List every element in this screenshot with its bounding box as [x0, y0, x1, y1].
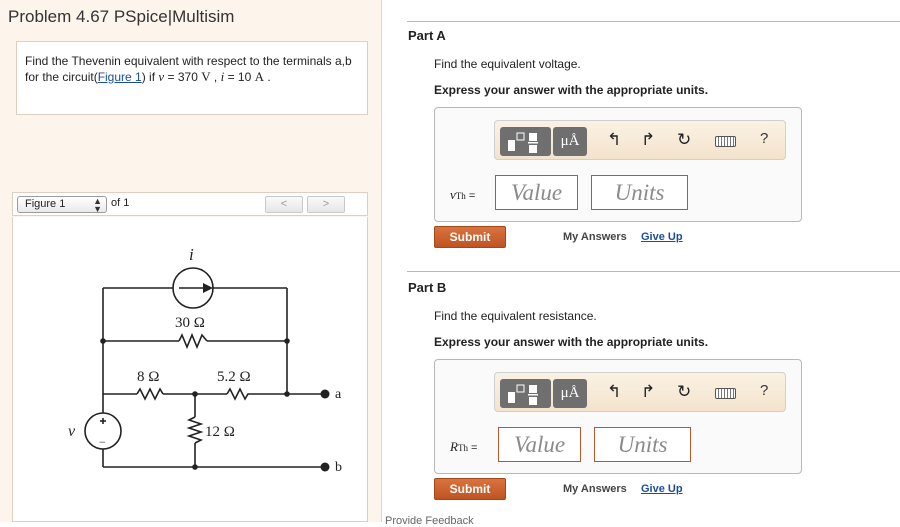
part-a-instruction: Express your answer with the appropriate…: [434, 83, 709, 97]
part-a-answer-box: μÅ ↰ ↱ ↻ ? vTh = Value Units: [434, 107, 802, 222]
figure-select-label: Figure 1: [25, 198, 66, 210]
resistor-5-2: [226, 387, 251, 401]
circuit-diagram: i 30 Ω 8 Ω 5.2 Ω 12 Ω a b v −: [68, 245, 342, 475]
problem-text-middle: ) if: [141, 70, 159, 84]
resistor-12-label: 12 Ω: [205, 424, 235, 440]
select-arrows-icon: ▲ ▼: [93, 196, 102, 214]
part-b-answer-box: μÅ ↰ ↱ ↻ ? RTh = Value Units: [434, 359, 802, 474]
part-b-divider: [407, 271, 900, 272]
help-button[interactable]: ?: [760, 382, 768, 399]
keyboard-icon[interactable]: [715, 136, 736, 147]
minus-label: −: [99, 435, 106, 449]
part-a-toolbar: μÅ ↰ ↱ ↻ ?: [494, 120, 786, 160]
figure-link[interactable]: Figure 1: [98, 70, 142, 84]
figure-panel: i 30 Ω 8 Ω 5.2 Ω 12 Ω a b v −: [12, 217, 368, 522]
resistor-8: [136, 387, 164, 401]
feedback-link[interactable]: Provide Feedback: [385, 515, 474, 527]
resistor-30-label: 30 Ω: [175, 315, 205, 331]
terminal-b-label: b: [335, 460, 342, 475]
terminal-a-label: a: [335, 387, 342, 402]
part-b-my-answers-link[interactable]: My Answers: [563, 483, 627, 495]
answer-panel: Part A Find the equivalent voltage. Expr…: [383, 0, 900, 522]
node-center: [192, 391, 198, 397]
problem-statement: Find the Thevenin equivalent with respec…: [16, 41, 368, 115]
resistor-5-2-label: 5.2 Ω: [217, 369, 251, 385]
part-b-submit-button[interactable]: Submit: [434, 478, 506, 500]
resistor-12: [186, 416, 204, 444]
prev-figure-button[interactable]: <: [265, 196, 303, 213]
part-b-title: Part B: [408, 280, 447, 295]
node-right-bottom: [284, 391, 290, 397]
part-b-toolbar: μÅ ↰ ↱ ↻ ?: [494, 372, 786, 412]
redo-icon[interactable]: ↱: [641, 382, 655, 402]
part-a-title: Part A: [408, 28, 446, 43]
node-bottom: [192, 464, 198, 470]
templates-button[interactable]: [500, 379, 551, 408]
resistor-30: [178, 332, 208, 350]
current-label: i: [189, 245, 194, 264]
undo-icon[interactable]: ↰: [607, 130, 621, 150]
part-a-give-up-link[interactable]: Give Up: [641, 231, 683, 243]
part-b-units-input[interactable]: Units: [594, 427, 691, 462]
part-a-units-input[interactable]: Units: [591, 175, 688, 210]
problem-title: Problem 4.67 PSpice|Multisim: [8, 7, 235, 26]
part-b-value-input[interactable]: Value: [498, 427, 581, 462]
units-button[interactable]: μÅ: [553, 127, 587, 156]
reset-icon[interactable]: ↻: [677, 382, 691, 402]
units-button[interactable]: μÅ: [553, 379, 587, 408]
terminal-a-dot: [320, 389, 330, 399]
resistor-8-label: 8 Ω: [137, 369, 159, 385]
part-a-prompt: Find the equivalent voltage.: [434, 57, 581, 71]
templates-icon: [508, 132, 538, 153]
part-b-variable-subscript: Th: [457, 443, 468, 453]
part-a-variable-subscript: Th: [455, 191, 466, 201]
source-voltage-label: v: [68, 423, 76, 440]
node-right-mid: [284, 338, 290, 344]
part-b-give-up-link[interactable]: Give Up: [641, 483, 683, 495]
part-a-submit-button[interactable]: Submit: [434, 226, 506, 248]
redo-icon[interactable]: ↱: [641, 130, 655, 150]
voltage-unit: V: [201, 69, 211, 84]
current-arrow-head: [203, 283, 213, 293]
part-b-variable-label: RTh =: [450, 439, 477, 455]
templates-button[interactable]: [500, 127, 551, 156]
part-a-variable-label: vTh =: [450, 187, 475, 203]
problem-end: .: [263, 70, 271, 84]
problem-panel: Problem 4.67 PSpice|Multisim Find the Th…: [0, 0, 382, 522]
part-b-equals: =: [467, 442, 478, 454]
voltage-equals: = 370: [164, 70, 202, 84]
part-b-prompt: Find the equivalent resistance.: [434, 309, 597, 323]
node-left-mid: [100, 338, 106, 344]
figure-select[interactable]: Figure 1 ▲ ▼: [17, 196, 107, 214]
current-unit: A: [254, 69, 264, 84]
figure-navigation-bar: Figure 1 ▲ ▼ of 1 < >: [12, 192, 368, 216]
undo-icon[interactable]: ↰: [607, 382, 621, 402]
help-button[interactable]: ?: [760, 130, 768, 147]
part-a-my-answers-link[interactable]: My Answers: [563, 231, 627, 243]
part-a-equals: =: [465, 190, 476, 202]
part-a-value-input[interactable]: Value: [495, 175, 578, 210]
part-a-divider: [407, 21, 900, 22]
part-b-instruction: Express your answer with the appropriate…: [434, 335, 709, 349]
figure-count: of 1: [111, 197, 130, 209]
current-equals: = 10: [224, 70, 255, 84]
templates-icon: [508, 384, 538, 405]
next-figure-button[interactable]: >: [307, 196, 345, 213]
reset-icon[interactable]: ↻: [677, 130, 691, 150]
part-b-variable-symbol: R: [450, 439, 458, 454]
terminal-b-dot: [320, 462, 330, 472]
problem-separator: ,: [210, 70, 221, 84]
keyboard-icon[interactable]: [715, 388, 736, 399]
